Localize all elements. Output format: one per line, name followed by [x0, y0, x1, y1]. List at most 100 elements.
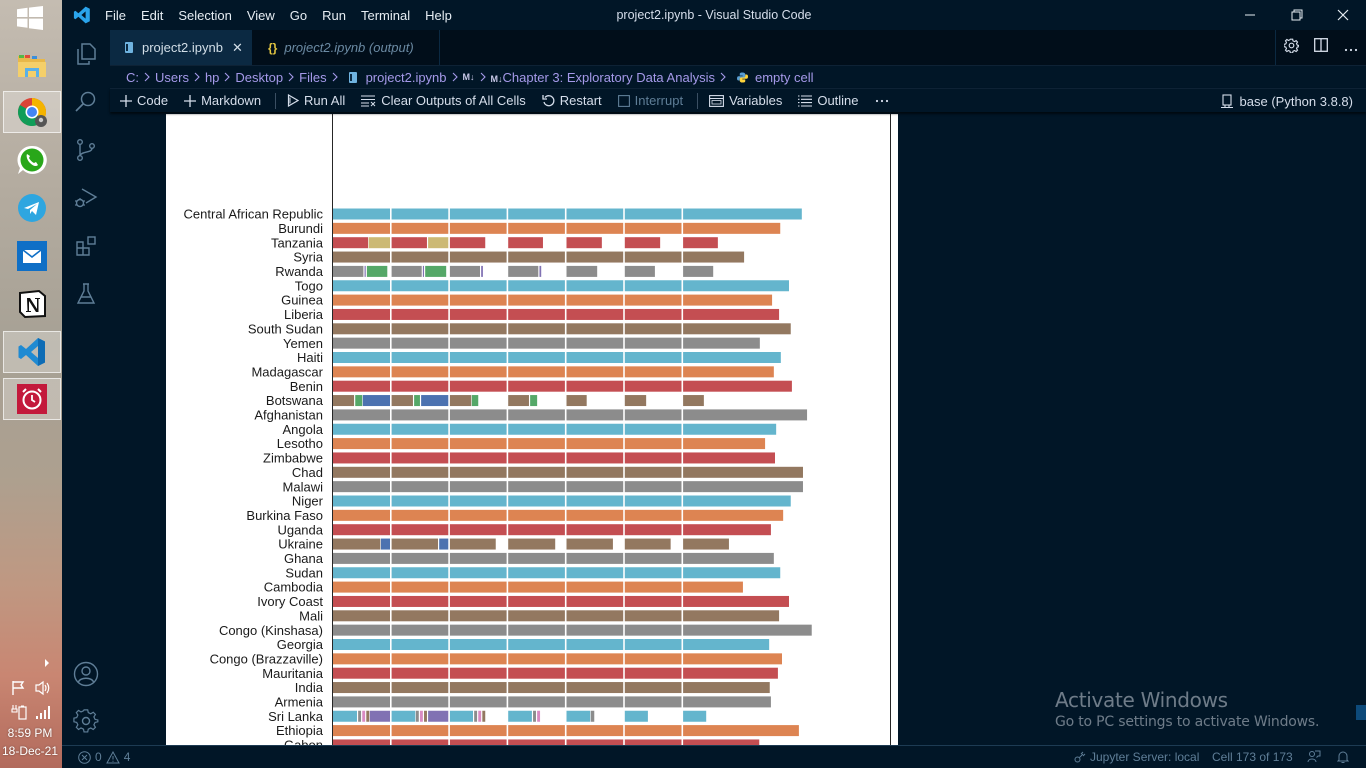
activity-run-debug[interactable] — [62, 174, 110, 222]
toolbar-more-button[interactable] — [875, 99, 889, 103]
outline-button[interactable]: Outline — [798, 93, 859, 108]
feedback-button[interactable] — [1307, 746, 1321, 768]
y-tick-label: Armenia — [275, 695, 324, 710]
cell-output-chart: Central African Republic Burundi Tanzania S… — [166, 114, 898, 745]
bar-segment — [414, 395, 420, 407]
activity-bar — [62, 30, 110, 745]
menu-file[interactable]: File — [105, 8, 126, 23]
tab-project2-output[interactable]: project2.ipynb (output) — [252, 30, 440, 65]
activity-source-control[interactable] — [62, 126, 110, 174]
menu-go[interactable]: Go — [290, 8, 307, 23]
more-actions-button[interactable] — [1344, 39, 1358, 57]
bar-segment — [332, 581, 743, 593]
breadcrumb-drive[interactable]: C: — [126, 70, 139, 85]
menu-edit[interactable]: Edit — [141, 8, 163, 23]
minimize-button[interactable] — [1227, 0, 1273, 30]
chevron-right-icon — [224, 72, 231, 82]
breadcrumb-files[interactable]: Files — [299, 70, 326, 85]
restart-kernel-button[interactable]: Restart — [542, 93, 602, 108]
y-tick-label: Angola — [283, 422, 324, 437]
clear-all-icon — [361, 95, 376, 106]
activity-testing[interactable] — [62, 270, 110, 318]
bar-segment — [449, 265, 480, 277]
y-tick-label: Afghanistan — [254, 408, 323, 423]
taskbar-whatsapp[interactable] — [3, 139, 61, 181]
clear-outputs-button[interactable]: Clear Outputs of All Cells — [361, 93, 526, 108]
activity-extensions[interactable] — [62, 222, 110, 270]
add-code-cell-button[interactable]: Code — [120, 93, 168, 108]
jupyter-server-status[interactable]: Jupyter Server: local — [1074, 746, 1199, 768]
tab-close-icon[interactable] — [223, 40, 243, 56]
y-tick-label: Central African Republic — [184, 207, 324, 222]
y-tick-label: Sri Lanka — [268, 709, 324, 724]
chevron-right-icon — [480, 72, 486, 82]
breadcrumb-markdown-icon[interactable] — [463, 72, 475, 82]
taskbar-notion[interactable] — [3, 283, 61, 325]
menu-view[interactable]: View — [247, 8, 275, 23]
y-tick-label: Ivory Coast — [257, 594, 323, 609]
activity-explorer[interactable] — [62, 30, 110, 78]
bar-segment — [565, 710, 591, 722]
bar-segment — [364, 265, 366, 277]
run-all-button[interactable]: Run All — [287, 93, 345, 108]
overview-scrollbar-thumb[interactable] — [1356, 705, 1366, 720]
gear-icon — [1283, 38, 1300, 54]
network-button[interactable] — [35, 704, 51, 723]
clock-time[interactable]: 8:59 PM — [0, 726, 60, 740]
split-editor-button[interactable] — [1314, 38, 1329, 57]
taskbar-vscode[interactable] — [3, 331, 61, 373]
taskbar-telegram[interactable] — [3, 187, 61, 229]
notifications-button[interactable] — [1337, 746, 1349, 768]
stop-square-icon — [617, 94, 630, 107]
restore-button[interactable] — [1274, 0, 1320, 30]
bar-segment — [390, 538, 439, 550]
activity-manage[interactable] — [62, 697, 110, 745]
bar-segment — [332, 208, 802, 220]
telegram-icon — [18, 194, 46, 222]
breadcrumb-chapter-label: Chapter 3: Exploratory Data Analysis — [502, 69, 715, 85]
activity-search[interactable] — [62, 78, 110, 126]
show-hidden-icons-button[interactable] — [43, 657, 51, 671]
breadcrumb-cell-label: empty cell — [754, 69, 814, 85]
kernel-picker[interactable]: base (Python 3.8.8) — [1220, 89, 1353, 113]
bar-segment — [507, 265, 539, 277]
start-button[interactable] — [17, 6, 45, 32]
menu-terminal[interactable]: Terminal — [361, 8, 410, 23]
taskbar-mail[interactable] — [3, 235, 61, 277]
action-center-flag[interactable] — [11, 680, 27, 699]
variables-button[interactable]: Variables — [709, 93, 782, 108]
battery-button[interactable] — [11, 704, 27, 723]
interrupt-kernel-button[interactable]: Interrupt — [617, 93, 683, 108]
menu-run[interactable]: Run — [322, 8, 346, 23]
add-markdown-cell-button[interactable]: Markdown — [184, 93, 261, 108]
breadcrumb-notebook[interactable]: project2.ipynb — [348, 70, 447, 85]
bar-segment — [624, 237, 661, 249]
menu-selection[interactable]: Selection — [178, 8, 231, 23]
tab-project2-ipynb[interactable]: project2.ipynb — [110, 30, 252, 65]
taskbar-alarms[interactable] — [3, 378, 61, 420]
cell-position[interactable]: Cell 173 of 173 — [1212, 746, 1293, 768]
notebook-settings-button[interactable] — [1283, 38, 1300, 58]
error-count: 0 — [95, 750, 102, 764]
close-icon — [1337, 9, 1349, 21]
breadcrumb-cell[interactable]: empty cell — [736, 69, 814, 85]
clock-date[interactable]: 18-Dec-21 — [0, 744, 60, 758]
bar-segment — [424, 710, 427, 722]
menu-help[interactable]: Help — [425, 8, 452, 23]
y-tick-label: Tanzania — [271, 235, 324, 250]
close-window-button[interactable] — [1320, 0, 1366, 30]
source-control-icon — [77, 139, 95, 162]
y-tick-label-group: Central African RepublicBurundiTanzaniaS… — [184, 207, 324, 745]
breadcrumb-desktop[interactable]: Desktop — [235, 70, 283, 85]
taskbar-chrome[interactable] — [3, 91, 61, 133]
activity-accounts[interactable] — [62, 650, 110, 698]
volume-button[interactable] — [35, 680, 52, 699]
bar-segment — [422, 265, 425, 277]
y-tick-label: Lesotho — [277, 436, 323, 451]
taskbar-file-explorer[interactable] — [3, 44, 61, 86]
problems-indicator[interactable]: 0 4 — [78, 746, 130, 768]
restore-icon — [1291, 9, 1303, 21]
breadcrumb-users[interactable]: Users — [155, 70, 189, 85]
breadcrumb-chapter[interactable]: Chapter 3: Exploratory Data Analysis — [491, 70, 715, 85]
breadcrumb-hp[interactable]: hp — [205, 70, 219, 85]
